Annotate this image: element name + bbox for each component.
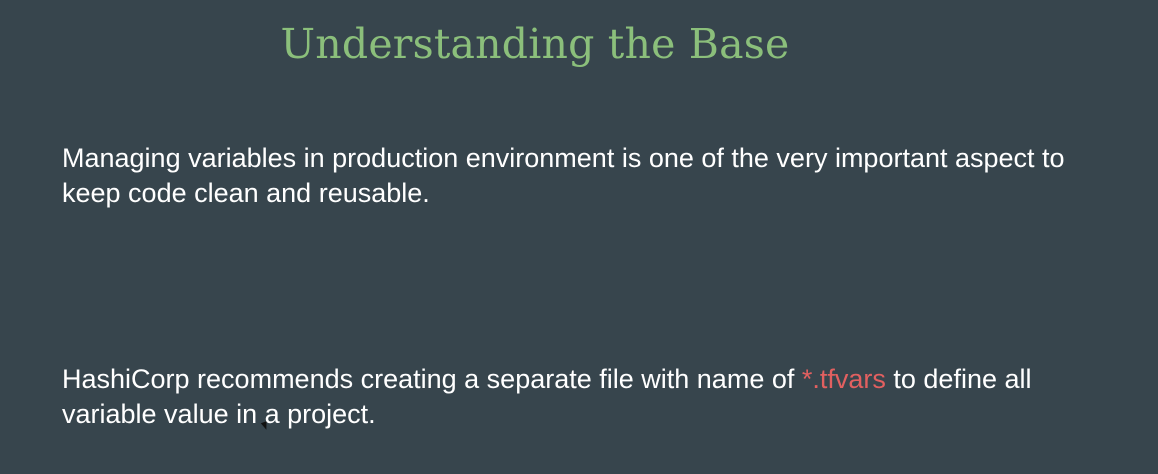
body-paragraph-2: HashiCorp recommends creating a separate… [62, 362, 1122, 432]
paragraph-2-text-before: HashiCorp recommends creating a separate… [62, 364, 802, 394]
presentation-slide: Understanding the Base Managing variable… [0, 0, 1158, 474]
slide-title: Understanding the Base [280, 20, 790, 68]
tfvars-highlight: *.tfvars [801, 364, 886, 394]
body-paragraph-1: Managing variables in production environ… [62, 143, 1065, 208]
